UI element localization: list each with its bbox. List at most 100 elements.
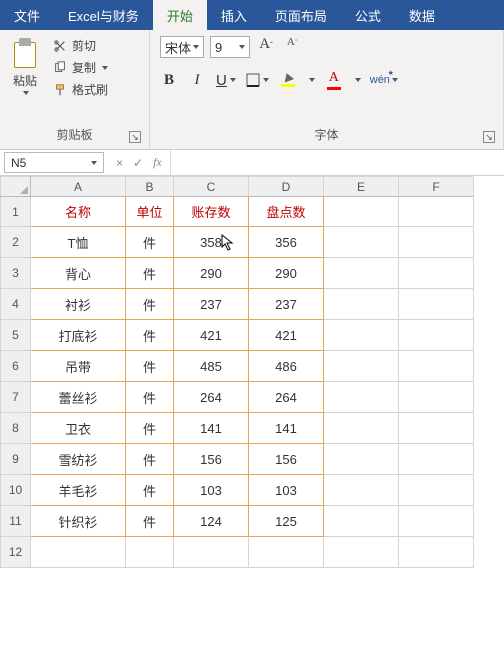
border-button[interactable] <box>246 70 269 90</box>
cell-name[interactable]: 衬衫 <box>31 289 126 320</box>
cell-name[interactable]: 蕾丝衫 <box>31 382 126 413</box>
font-color-button[interactable]: A <box>325 70 343 90</box>
cell[interactable] <box>399 475 474 506</box>
col-header-E[interactable]: E <box>324 177 399 197</box>
tab-layout[interactable]: 页面布局 <box>261 0 341 30</box>
cell-unit[interactable]: 件 <box>126 444 174 475</box>
cell-stock[interactable]: 421 <box>174 320 249 351</box>
cell[interactable] <box>324 413 399 444</box>
row-header[interactable]: 12 <box>1 537 31 568</box>
cell-name[interactable]: 吊带 <box>31 351 126 382</box>
cell[interactable] <box>399 506 474 537</box>
italic-button[interactable]: I <box>188 70 206 90</box>
copy-button[interactable]: 复制 <box>50 58 110 77</box>
cell[interactable] <box>399 258 474 289</box>
cell-unit[interactable]: 件 <box>126 258 174 289</box>
cell-unit[interactable]: 件 <box>126 351 174 382</box>
row-header[interactable]: 2 <box>1 227 31 258</box>
cell-count[interactable]: 356 <box>249 227 324 258</box>
cancel-button[interactable]: × <box>116 156 123 170</box>
cell-name[interactable]: 背心 <box>31 258 126 289</box>
select-all-corner[interactable] <box>1 177 31 197</box>
decrease-font-button[interactable]: Aˇ <box>282 36 302 58</box>
cell-stock[interactable]: 358 <box>174 227 249 258</box>
col-header-C[interactable]: C <box>174 177 249 197</box>
cell-name[interactable]: 卫衣 <box>31 413 126 444</box>
dialog-launcher-icon[interactable]: ↘ <box>129 131 141 143</box>
cell-unit[interactable]: 件 <box>126 289 174 320</box>
cell[interactable] <box>324 506 399 537</box>
cell-name[interactable]: 针织衫 <box>31 506 126 537</box>
row-header[interactable]: 6 <box>1 351 31 382</box>
formula-input[interactable] <box>170 150 504 175</box>
fill-color-button[interactable] <box>279 70 297 90</box>
cell[interactable] <box>399 413 474 444</box>
cell-name[interactable]: T恤 <box>31 227 126 258</box>
font-name-select[interactable]: 宋体 <box>160 36 204 58</box>
cell-count[interactable]: 141 <box>249 413 324 444</box>
cell-count[interactable]: 156 <box>249 444 324 475</box>
cell-stock[interactable]: 485 <box>174 351 249 382</box>
row-header[interactable]: 8 <box>1 413 31 444</box>
cell[interactable] <box>324 320 399 351</box>
cell-stock[interactable]: 156 <box>174 444 249 475</box>
underline-button[interactable]: U <box>216 70 236 90</box>
cell-unit[interactable]: 件 <box>126 413 174 444</box>
tab-home[interactable]: 开始 <box>153 0 207 30</box>
cell-stock[interactable]: 264 <box>174 382 249 413</box>
cell[interactable] <box>399 537 474 568</box>
cell[interactable] <box>399 289 474 320</box>
cell[interactable] <box>126 537 174 568</box>
cell[interactable] <box>399 351 474 382</box>
font-size-select[interactable]: 9 <box>210 36 250 58</box>
cell[interactable] <box>324 475 399 506</box>
cell-count[interactable]: 290 <box>249 258 324 289</box>
col-header-B[interactable]: B <box>126 177 174 197</box>
cell-unit[interactable]: 件 <box>126 227 174 258</box>
cell[interactable] <box>31 537 126 568</box>
paste-button[interactable]: 粘贴 <box>6 34 44 95</box>
cell[interactable] <box>174 537 249 568</box>
col-header-F[interactable]: F <box>399 177 474 197</box>
cell-stock[interactable]: 103 <box>174 475 249 506</box>
cell-count[interactable]: 486 <box>249 351 324 382</box>
cell-count[interactable]: 103 <box>249 475 324 506</box>
table-header[interactable]: 名称 <box>31 197 126 227</box>
increase-font-button[interactable]: Aˆ <box>256 36 276 58</box>
cell[interactable] <box>324 444 399 475</box>
cell-unit[interactable]: 件 <box>126 506 174 537</box>
accept-button[interactable]: ✓ <box>133 156 143 170</box>
cell[interactable] <box>324 227 399 258</box>
cell[interactable] <box>324 382 399 413</box>
cell-count[interactable]: 237 <box>249 289 324 320</box>
row-header[interactable]: 9 <box>1 444 31 475</box>
cell[interactable] <box>249 537 324 568</box>
cell-name[interactable]: 打底衫 <box>31 320 126 351</box>
cell-unit[interactable]: 件 <box>126 382 174 413</box>
chevron-down-icon[interactable] <box>309 78 315 82</box>
tab-file[interactable]: 文件 <box>0 0 54 30</box>
cell-name[interactable]: 雪纺衫 <box>31 444 126 475</box>
cell[interactable] <box>324 258 399 289</box>
table-header[interactable]: 单位 <box>126 197 174 227</box>
row-header[interactable]: 10 <box>1 475 31 506</box>
cell-unit[interactable]: 件 <box>126 320 174 351</box>
col-header-A[interactable]: A <box>31 177 126 197</box>
cell-count[interactable]: 264 <box>249 382 324 413</box>
cell[interactable] <box>399 197 474 227</box>
bold-button[interactable]: B <box>160 70 178 90</box>
cut-button[interactable]: 剪切 <box>50 36 110 55</box>
cell-stock[interactable]: 290 <box>174 258 249 289</box>
cell[interactable] <box>399 382 474 413</box>
chevron-down-icon[interactable] <box>355 78 361 82</box>
cell[interactable] <box>324 197 399 227</box>
tab-data[interactable]: 数据 <box>395 0 449 30</box>
cell-name[interactable]: 羊毛衫 <box>31 475 126 506</box>
row-header[interactable]: 5 <box>1 320 31 351</box>
row-header[interactable]: 3 <box>1 258 31 289</box>
tab-formulas[interactable]: 公式 <box>341 0 395 30</box>
cell-stock[interactable]: 124 <box>174 506 249 537</box>
cell-unit[interactable]: 件 <box>126 475 174 506</box>
tab-insert[interactable]: 插入 <box>207 0 261 30</box>
phonetic-button[interactable]: wén★ <box>371 70 398 90</box>
